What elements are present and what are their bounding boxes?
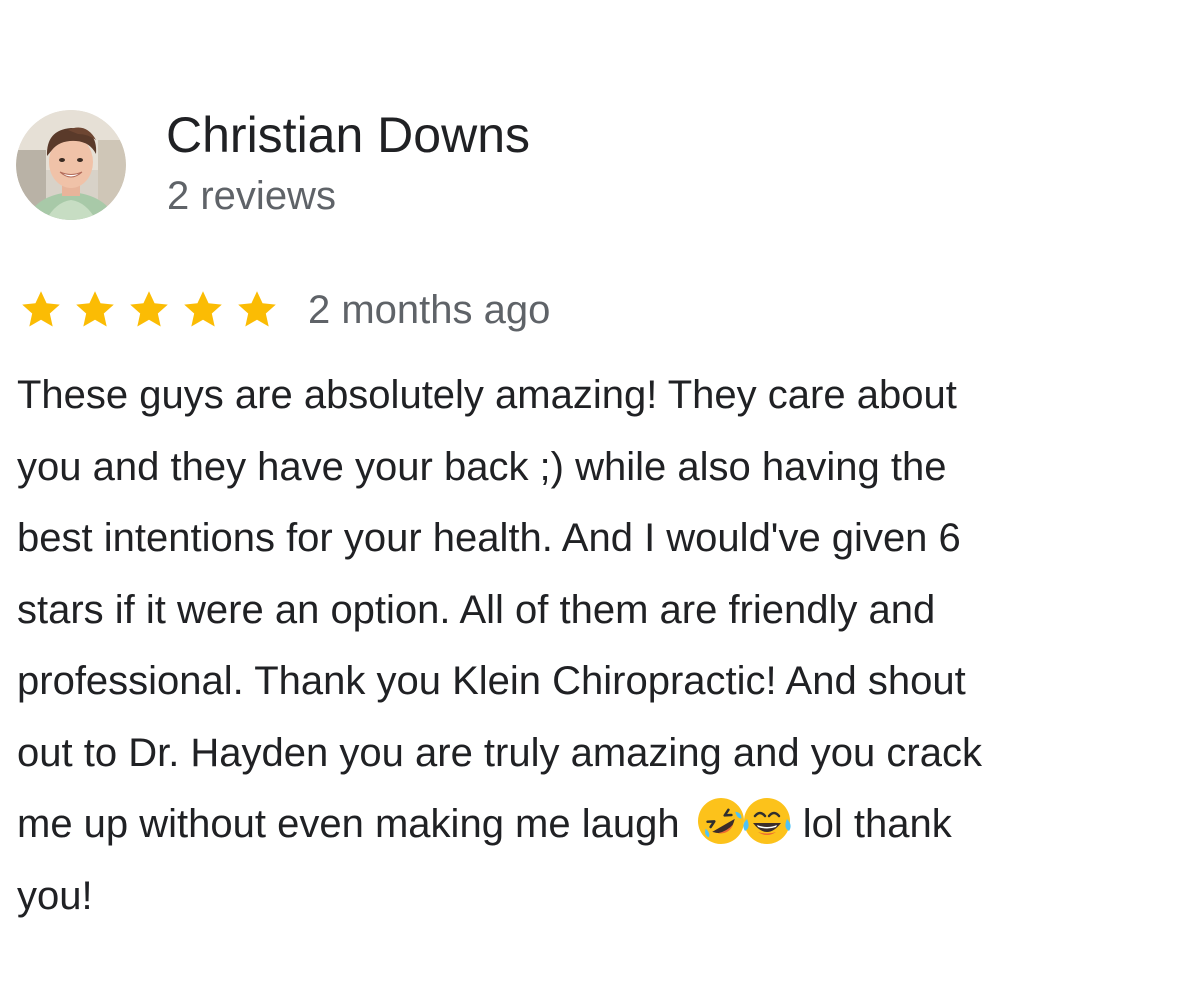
- review-text-line: out to Dr. Hayden you are truly amazing …: [17, 730, 982, 775]
- star-icon: [126, 287, 172, 333]
- star-icon: [72, 287, 118, 333]
- avatar[interactable]: [16, 110, 126, 220]
- review-text-line: you!: [17, 873, 93, 918]
- star-icon: [18, 287, 64, 333]
- review-text-line: you and they have your back ;) while als…: [17, 444, 947, 489]
- star-icon: [180, 287, 226, 333]
- review-text-line: professional. Thank you Klein Chiropract…: [17, 659, 966, 703]
- reviewer-name[interactable]: Christian Downs: [166, 105, 530, 165]
- review-text: These guys are absolutely amazing! They …: [17, 360, 1197, 932]
- emoji-group: [695, 789, 793, 861]
- review-text-line: me up without even making me laugh lol t…: [17, 789, 1197, 861]
- review-text-line: stars if it were an option. All of them …: [17, 587, 936, 632]
- reviewer-review-count[interactable]: 2 reviews: [167, 172, 336, 220]
- reviewer-photo-icon: [16, 110, 126, 220]
- review-text-segment: lol thank: [802, 802, 952, 846]
- review-text-segment: me up without even making me laugh: [17, 802, 680, 846]
- review-text-line: best intentions for your health. And I w…: [17, 516, 961, 560]
- review-card: Christian Downs 2 reviews 2 months ago T…: [0, 0, 1200, 1000]
- star-rating: [18, 284, 288, 336]
- review-text-line: These guys are absolutely amazing! They …: [17, 373, 957, 417]
- star-icon: [234, 287, 280, 333]
- review-date: 2 months ago: [308, 288, 551, 332]
- tears-of-joy-emoji-icon: [741, 795, 793, 847]
- rolling-on-floor-laughing-emoji-icon: [695, 795, 747, 847]
